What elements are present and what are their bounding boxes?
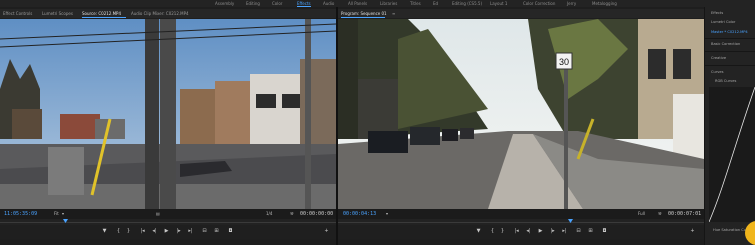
clear-marks-icon[interactable]: } (498, 227, 507, 236)
go-to-out-icon[interactable]: ▸| (560, 227, 569, 236)
workspace-tab-editing-cs55[interactable]: Editing (CS5.5) (452, 0, 482, 7)
add-button-icon[interactable]: + (688, 227, 697, 236)
lumetri-item-rgb-curves[interactable]: RGB Curves (715, 79, 736, 83)
step-back-icon[interactable]: ◂| (524, 227, 533, 236)
color-wheel-icon[interactable] (743, 221, 755, 245)
active-workspace-indicator (297, 6, 311, 7)
program-panel-tabs: Program: Sequence 01 ≡ (338, 9, 704, 18)
program-video-frame[interactable]: 30 (338, 19, 704, 209)
playhead-icon[interactable] (568, 219, 573, 224)
workspace-tab-audio[interactable]: Audio (323, 0, 334, 7)
export-frame-icon[interactable]: ◘ (226, 227, 235, 236)
workspace-tab-jerry[interactable]: Jerry (567, 0, 576, 7)
insert-icon[interactable]: ⊟ (200, 227, 209, 236)
street-scene-image (0, 19, 336, 209)
source-fit-dropdown[interactable]: Fit (54, 209, 59, 219)
clear-marks-icon[interactable]: } (124, 227, 133, 236)
mark-in-icon[interactable]: ▼ (474, 227, 483, 236)
divider (705, 65, 755, 66)
program-duration-timecode: 00:00:07:01 (668, 211, 702, 217)
settings-icon[interactable]: ▤ (156, 209, 160, 219)
program-timecode-bar: 00:00:04:13 ▾ Full ⚒ 00:00:07:01 (338, 209, 704, 219)
add-button-icon[interactable]: + (322, 227, 331, 236)
workspace-bar: Assembly Editing Color Effects Audio All… (0, 0, 755, 7)
mark-out-icon[interactable]: { (114, 227, 123, 236)
step-forward-icon[interactable]: |▸ (548, 227, 557, 236)
lift-icon[interactable]: ⊟ (574, 227, 583, 236)
workspace-tab-assembly[interactable]: Assembly (215, 0, 234, 7)
source-video-frame[interactable] (0, 19, 336, 209)
lumetri-item-effects[interactable]: Effects (711, 11, 723, 15)
lumetri-item-creative[interactable]: Creative (711, 56, 726, 60)
source-panel-tabs: Effect Controls Lumetri Scopes Source: C… (0, 9, 336, 18)
mark-in-icon[interactable]: ▼ (100, 227, 109, 236)
step-back-icon[interactable]: ◂| (150, 227, 159, 236)
workspace-tab-libraries[interactable]: Libraries (380, 0, 397, 7)
lumetri-item-curves[interactable]: Curves (711, 70, 723, 74)
workspace-tab-all-panels[interactable]: All Panels (348, 0, 367, 7)
speed-limit-sign: 30 (559, 57, 569, 67)
program-transport-controls: ▼ { } |◂ ◂| ▶ |▸ ▸| ⊟ ⊞ ◘ + (338, 225, 704, 239)
source-timecode-bar: 11:05:35:09 Fit ▾ ▤ 1/4 ⚒ 00:00:00:00 (0, 209, 336, 219)
program-current-timecode[interactable]: 00:00:04:13 (343, 209, 376, 219)
source-transport-controls: ▼ { } |◂ ◂| ▶ |▸ ▸| ⊟ ⊞ ◘ + (0, 225, 336, 239)
panel-menu-icon[interactable]: ≡ (392, 9, 395, 18)
divider (705, 51, 755, 52)
workspace-tab-ed[interactable]: Ed (433, 0, 438, 7)
lumetri-item-lumetri-color[interactable]: Lumetri Color (711, 20, 735, 24)
workspace-tab-color[interactable]: Color (272, 0, 282, 7)
export-frame-icon[interactable]: ◘ (600, 227, 609, 236)
tab-lumetri-scopes[interactable]: Lumetri Scopes (42, 9, 73, 18)
workspace-tab-layout-1[interactable]: Layout 1 (490, 0, 507, 7)
mark-out-icon[interactable]: { (488, 227, 497, 236)
workspace-tab-metalogging[interactable]: Metalogging (592, 0, 617, 7)
workspace-tab-editing[interactable]: Editing (246, 0, 260, 7)
active-tab-indicator (82, 17, 126, 18)
lumetri-item-master-clip[interactable]: Master * C0212.MP4 (711, 30, 748, 34)
source-resolution-dropdown[interactable]: 1/4 (266, 209, 272, 219)
playhead-icon[interactable] (63, 219, 68, 224)
play-icon[interactable]: ▶ (536, 227, 545, 236)
go-to-in-icon[interactable]: |◂ (512, 227, 521, 236)
source-duration-timecode: 00:00:00:00 (300, 211, 334, 217)
lumetri-color-panel: Effects Lumetri Color Master * C0212.MP4… (704, 7, 755, 245)
tab-audio-clip-mixer[interactable]: Audio Clip Mixer: C0212.MP4 (131, 9, 189, 18)
play-icon[interactable]: ▶ (162, 227, 171, 236)
program-resolution-dropdown[interactable]: Full (638, 209, 645, 219)
overwrite-icon[interactable]: ⊞ (212, 227, 221, 236)
workspace-tab-titles[interactable]: Titles (410, 0, 421, 7)
wrench-icon[interactable]: ⚒ (290, 209, 294, 219)
extract-icon[interactable]: ⊞ (586, 227, 595, 236)
active-tab-indicator-program (341, 17, 385, 18)
scrub-track (0, 222, 336, 223)
go-to-out-icon[interactable]: ▸| (186, 227, 195, 236)
lumetri-item-basic-correction[interactable]: Basic Correction (711, 42, 740, 46)
source-current-timecode[interactable]: 11:05:35:09 (4, 209, 37, 219)
step-forward-icon[interactable]: |▸ (174, 227, 183, 236)
workspace-tab-color-correction[interactable]: Color Correction (523, 0, 555, 7)
wrench-icon[interactable]: ⚒ (658, 209, 662, 219)
scrub-track (338, 222, 704, 223)
hill-street-image: 30 (338, 19, 704, 209)
go-to-in-icon[interactable]: |◂ (138, 227, 147, 236)
divider (705, 38, 755, 39)
curves-graph[interactable] (709, 87, 755, 222)
tab-effect-controls[interactable]: Effect Controls (3, 9, 32, 18)
program-fit-dropdown[interactable]: ▾ (386, 209, 388, 219)
chevron-down-icon[interactable]: ▾ (62, 209, 64, 219)
